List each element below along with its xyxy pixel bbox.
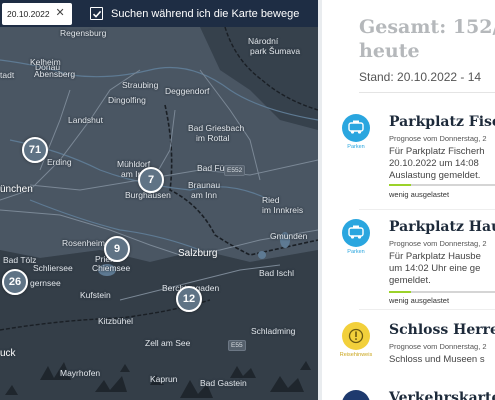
place-kelheim: Kelheim	[30, 57, 61, 67]
item-title[interactable]: Verkehrskarte	[389, 390, 495, 400]
list-item[interactable]: Reisehinweis Schloss Herre Prognose vom …	[322, 322, 495, 372]
road-badge-e552: E552	[224, 165, 246, 176]
cluster-marker-tegernsee[interactable]: 26	[2, 269, 28, 295]
occupancy-bar-fill	[389, 184, 411, 186]
occupancy-bar	[389, 184, 495, 186]
item-body-line: gemeldet.	[389, 275, 431, 286]
place-uck: uck	[0, 348, 16, 359]
clear-date-icon[interactable]: ✕	[56, 8, 65, 19]
occupancy-bar	[389, 291, 495, 293]
occupancy-label: wenig ausgelastet	[389, 296, 450, 305]
item-icon-group	[339, 390, 373, 400]
place-regensburg: Regensburg	[60, 28, 107, 38]
divider-line	[359, 92, 495, 93]
place-schliersee: Schliersee	[33, 263, 73, 273]
parking-icon	[342, 114, 370, 142]
list-item[interactable]: Parken Parkplatz Haus Prognose vom Donne…	[322, 219, 495, 309]
place-kaprun: Kaprun	[150, 374, 178, 384]
place-muenchen: ünchen	[0, 184, 33, 195]
date-value: 20.10.2022	[7, 8, 50, 19]
item-subtitle: Prognose vom Donnerstag, 2	[389, 134, 487, 143]
place-abensberg: Abensberg	[34, 69, 76, 79]
date-field[interactable]: 20.10.2022 ✕	[2, 2, 72, 25]
place-straubing: Straubing	[122, 80, 159, 90]
cluster-marker-rosenheim[interactable]: 9	[104, 236, 130, 262]
parking-icon	[342, 219, 370, 247]
item-icon-label: Reisehinweis	[339, 352, 373, 358]
place-rosenheim: Rosenheim	[62, 238, 105, 248]
cluster-marker-berchtesgaden[interactable]: 12	[176, 286, 202, 312]
item-icon-group: Reisehinweis	[339, 322, 373, 358]
item-body-line: Schloss und Museen s	[389, 354, 485, 365]
place-gernsee: gernsee	[30, 278, 61, 288]
place-bad-gastein: Bad Gastein	[200, 378, 247, 388]
road-badge-e55: E55	[228, 340, 246, 351]
item-separator	[359, 209, 495, 210]
cluster-marker-erding[interactable]: 71	[22, 137, 48, 163]
occupancy-label: wenig ausgelastet	[389, 190, 450, 199]
place-dingolfing: Dingolfing	[108, 95, 146, 105]
place-salzburg: Salzburg	[178, 248, 218, 259]
results-panel[interactable]: Gesamt: 152/ heute Stand: 20.10.2022 - 1…	[322, 0, 495, 400]
place-kufstein: Kufstein	[80, 290, 111, 300]
search-while-moving-label[interactable]: Suchen während ich die Karte bewege	[111, 8, 299, 20]
item-title[interactable]: Parkplatz Fisch	[389, 114, 495, 130]
place-schladming: Schladming	[251, 326, 296, 336]
map-view[interactable]: Regensburg Donau Národní park Šumava Kel…	[0, 0, 318, 400]
item-body-line: Für Parkplatz Hausbe	[389, 251, 481, 262]
place-gmunden: Gmunden	[270, 231, 308, 241]
list-item[interactable]: Verkehrskarte	[322, 390, 495, 400]
place-zell-am-see: Zell am See	[145, 338, 191, 348]
place-park-sumava: park Šumava	[250, 46, 301, 56]
place-bad-ischl: Bad Ischl	[259, 268, 294, 278]
item-subtitle: Prognose vom Donnerstag, 2	[389, 239, 487, 248]
search-while-moving-checkbox[interactable]	[90, 7, 103, 20]
panel-title-line2: heute	[359, 40, 420, 62]
place-im-rottal: im Rottal	[196, 133, 230, 143]
place-narodni: Národní	[248, 36, 279, 46]
map-toolbar: 20.10.2022 ✕ Suchen während ich die Kart…	[0, 0, 318, 27]
place-bad-griesbach: Bad Griesbach	[188, 123, 245, 133]
place-chiemsee: Chiemsee	[92, 263, 131, 273]
place-deggendorf: Deggendorf	[165, 86, 210, 96]
item-body: Für Parkplatz Fischerh 20.10.2022 um 14:…	[389, 146, 495, 182]
item-subtitle: Prognose vom Donnerstag, 2	[389, 342, 487, 351]
item-icon-group: Parken	[339, 219, 373, 255]
list-item[interactable]: Parken Parkplatz Fisch Prognose vom Donn…	[322, 114, 495, 214]
panel-title: Gesamt: 152/ heute	[359, 15, 495, 63]
item-icon-label: Parken	[347, 249, 365, 255]
panel-title-line1: Gesamt: 152/	[359, 16, 495, 38]
item-title[interactable]: Schloss Herre	[389, 322, 495, 338]
place-ried: Ried	[262, 195, 280, 205]
traffic-icon	[342, 390, 370, 400]
stand-timestamp: Stand: 20.10.2022 - 14	[359, 70, 482, 84]
place-erding: Erding	[47, 157, 72, 167]
item-body-line: um 14:02 Uhr eine ge	[389, 263, 481, 274]
occupancy-bar-fill	[389, 291, 411, 293]
place-bad-toelz: Bad Tölz	[3, 255, 37, 265]
item-body: Für Parkplatz Hausbe um 14:02 Uhr eine g…	[389, 251, 495, 287]
place-am-inn-2: am Inn	[191, 190, 217, 200]
item-body: Schloss und Museen s	[389, 354, 495, 366]
item-title[interactable]: Parkplatz Haus	[389, 219, 495, 235]
place-im-innkreis: im Innkreis	[262, 205, 304, 215]
checkmark-icon	[92, 10, 101, 18]
item-icon-label: Parken	[347, 144, 365, 150]
item-separator	[359, 309, 495, 310]
place-braunau: Braunau	[188, 180, 221, 190]
place-landshut: Landshut	[68, 115, 103, 125]
item-body-line: Auslastung gemeldet.	[389, 170, 481, 181]
place-mayrhofen: Mayrhofen	[60, 368, 101, 378]
item-icon-group: Parken	[339, 114, 373, 150]
place-kitzbuehel: Kitzbühel	[98, 316, 133, 326]
item-body-line: Für Parkplatz Fischerh	[389, 146, 485, 157]
cluster-marker-burghausen[interactable]: 7	[138, 167, 164, 193]
info-icon	[342, 322, 370, 350]
item-body-line: 20.10.2022 um 14:08	[389, 158, 479, 169]
place-stadt: tadt	[0, 70, 15, 80]
